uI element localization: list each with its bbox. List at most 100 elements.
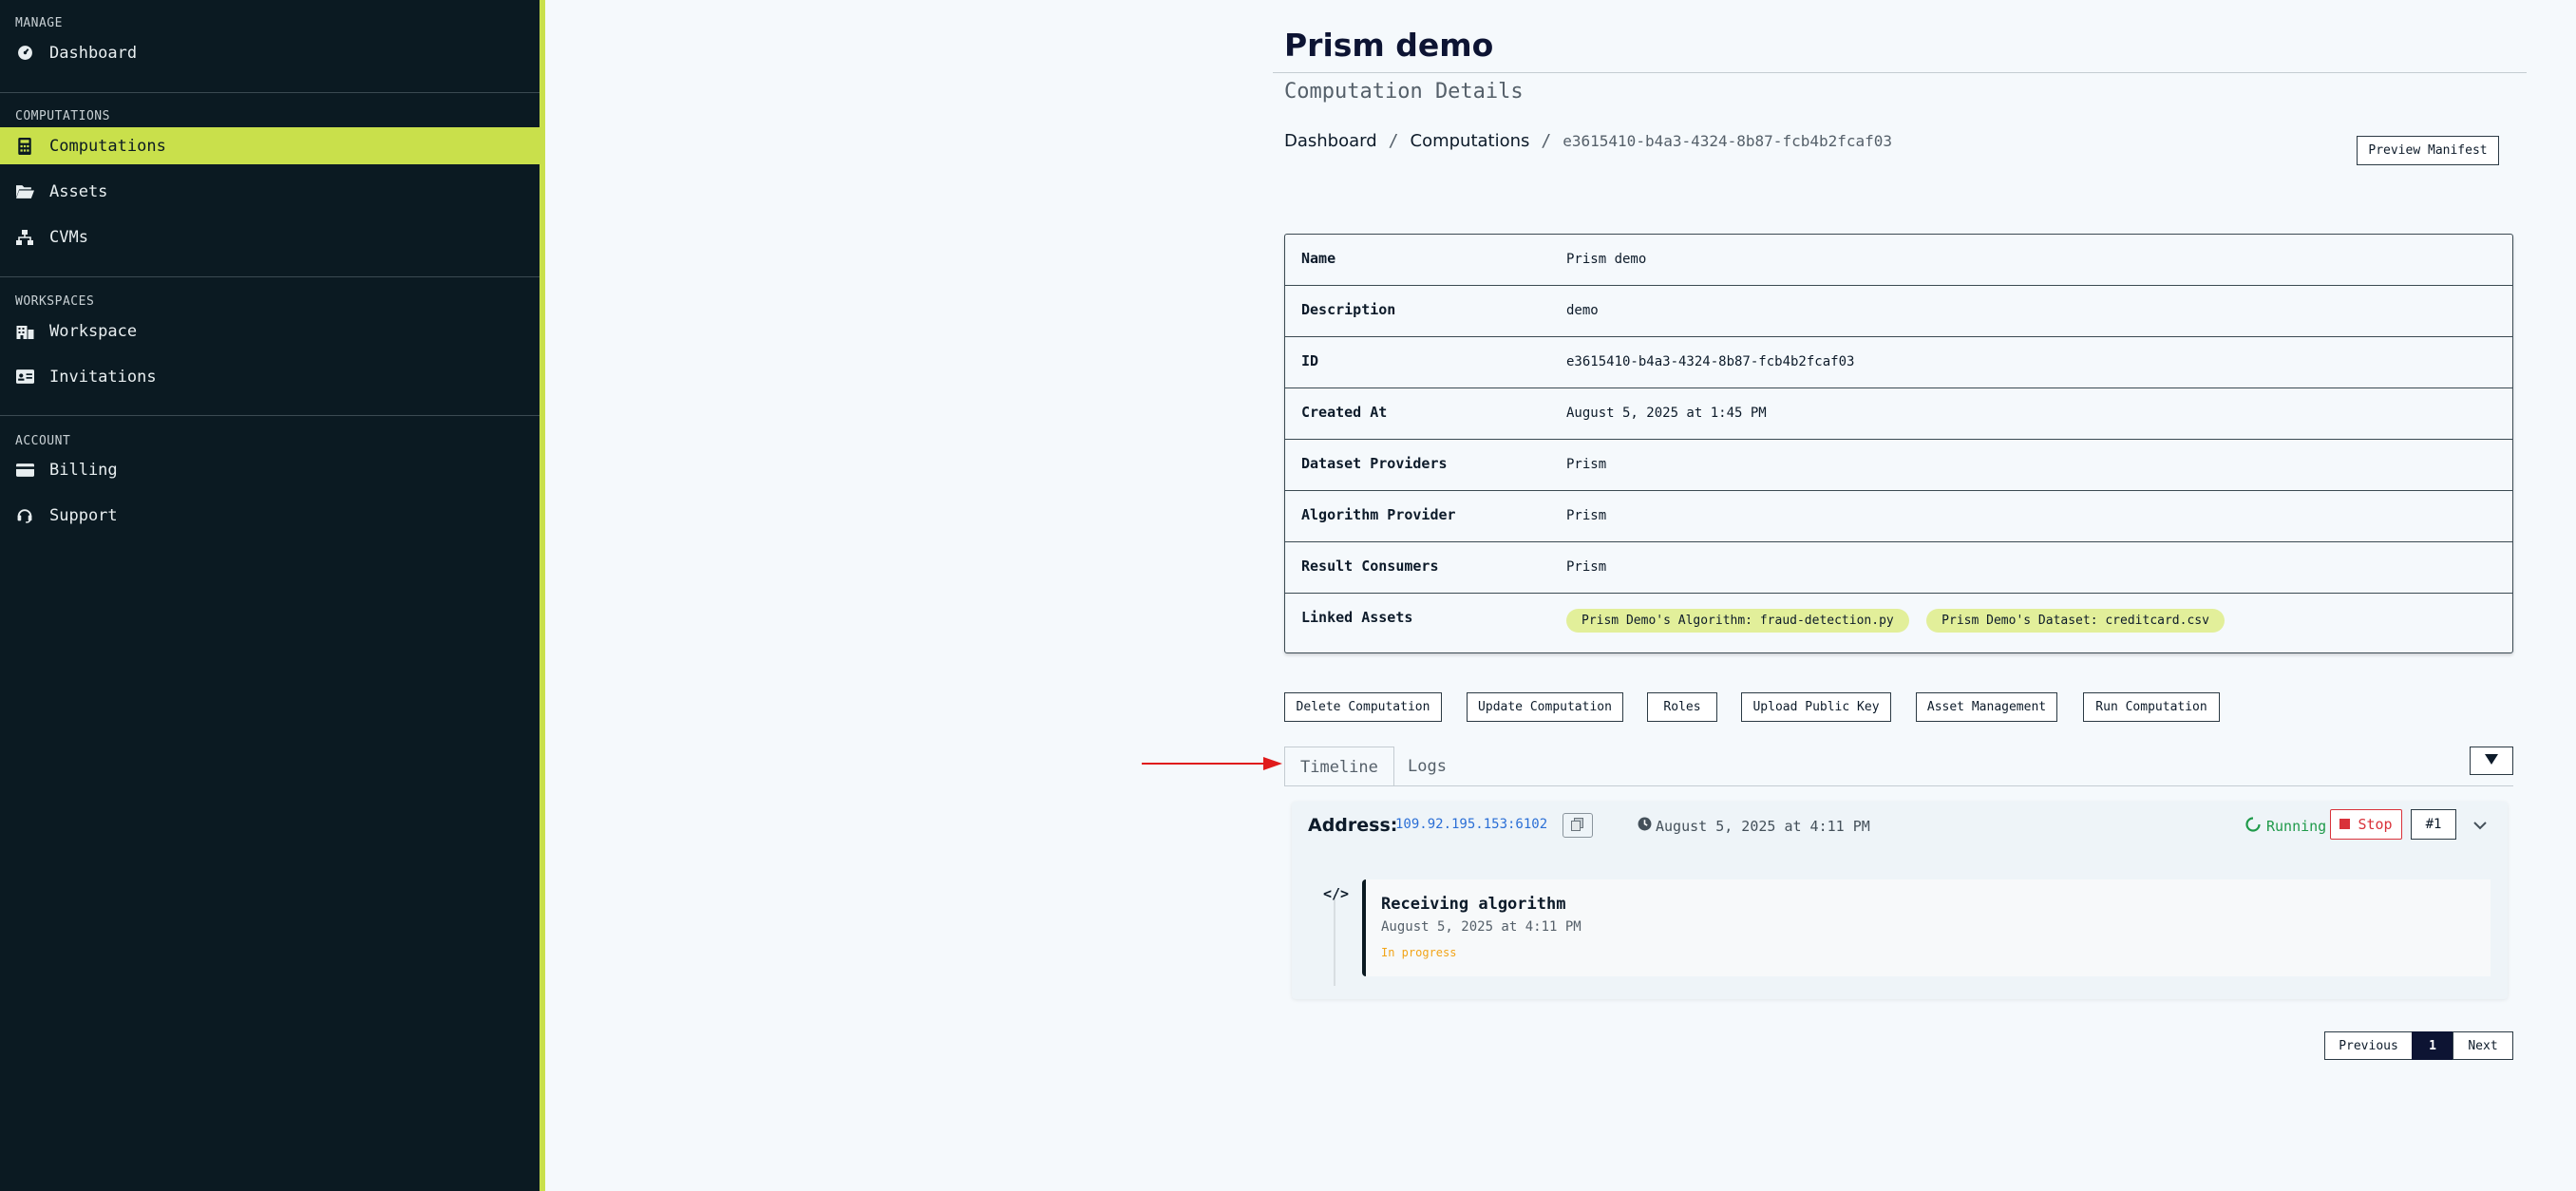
stop-label: Stop [2358,816,2393,833]
stop-icon [2339,816,2351,833]
sidebar-item-invitations[interactable]: Invitations [0,358,540,395]
row-key: Name [1301,250,1336,267]
row-value: Prism [1566,508,1607,523]
id-card-icon [15,368,34,387]
timeline-step: Receiving algorithm August 5, 2025 at 4:… [1362,879,2491,976]
spinner-icon [2245,817,2261,836]
table-row: Result Consumers Prism [1285,542,2512,594]
timeline-run-card: Address: 109.92.195.153:6102 August 5, 2… [1292,802,2508,999]
page-title: Prism demo [1284,27,1494,64]
sidebar-item-cvms[interactable]: CVMs [0,218,540,255]
tab-timeline[interactable]: Timeline [1284,747,1394,786]
tab-logs[interactable]: Logs [1392,747,1462,786]
preview-manifest-button[interactable]: Preview Manifest [2357,136,2499,165]
timeline-connector [1334,895,1335,986]
row-key: Created At [1301,404,1388,421]
sidebar-item-label: Billing [49,460,118,480]
section-label-account: ACCOUNT [15,434,71,448]
run-timestamp: August 5, 2025 at 4:11 PM [1638,817,1870,835]
sidebar-item-workspace[interactable]: Workspace [0,312,540,350]
clock-icon [1638,817,1652,835]
breadcrumb-current: e3615410-b4a3-4324-8b87-fcb4b2fcaf03 [1563,132,1893,150]
step-status: In progress [1381,946,1457,959]
sidebar-item-label: Invitations [49,367,157,387]
row-key: Dataset Providers [1301,455,1448,472]
sidebar-item-dashboard[interactable]: Dashboard [0,34,540,71]
headset-icon [15,506,34,525]
run-number-badge[interactable]: #1 [2411,809,2456,840]
sidebar-item-label: Computations [49,136,166,156]
table-row: Algorithm Provider Prism [1285,491,2512,542]
row-key: Linked Assets [1301,609,1413,626]
status-badge: Running [2245,817,2326,836]
row-value: Prism [1566,559,1607,575]
tab-divider [1284,785,2513,786]
section-label-computations: COMPUTATIONS [15,109,110,123]
row-value: August 5, 2025 at 1:45 PM [1566,406,1767,421]
table-row: Description demo [1285,286,2512,337]
sidebar-item-label: Workspace [49,321,138,341]
linked-assets: Prism Demo's Algorithm: fraud-detection.… [1566,609,2234,633]
asset-management-button[interactable]: Asset Management [1916,692,2057,722]
divider [0,92,540,93]
copy-address-button[interactable] [1563,813,1593,838]
address-label: Address: [1308,815,1398,836]
row-value: Prism [1566,457,1607,472]
row-key: ID [1301,352,1319,369]
divider [0,415,540,416]
row-value: Prism demo [1566,252,1647,267]
code-icon: </> [1323,885,1350,902]
section-label-manage: MANAGE [15,16,63,30]
run-timestamp-text: August 5, 2025 at 4:11 PM [1656,817,1870,835]
divider [1273,72,2527,73]
breadcrumb-separator: / [1388,131,1399,151]
row-value: demo [1566,303,1599,318]
sidebar-item-billing[interactable]: Billing [0,451,540,488]
pagination-page-button[interactable]: 1 [2412,1031,2453,1060]
stop-button[interactable]: Stop [2330,809,2402,840]
linked-asset-tag[interactable]: Prism Demo's Algorithm: fraud-detection.… [1566,609,1909,633]
breadcrumb: Dashboard / Computations / e3615410-b4a3… [1284,131,1892,151]
building-icon [15,322,34,341]
sidebar-item-label: Assets [49,181,108,201]
sidebar-item-label: Support [49,505,118,525]
breadcrumb-dashboard[interactable]: Dashboard [1284,131,1377,151]
sidebar-item-label: Dashboard [49,43,138,63]
credit-card-icon [15,461,34,480]
address-link[interactable]: 109.92.195.153:6102 [1395,817,1547,832]
breadcrumb-separator: / [1541,131,1552,151]
row-value: e3615410-b4a3-4324-8b87-fcb4b2fcaf03 [1566,354,1855,369]
sidebar-item-computations[interactable]: Computations [0,127,540,164]
breadcrumb-computations[interactable]: Computations [1411,131,1530,151]
folder-open-icon [15,182,34,201]
run-header: Address: 109.92.195.153:6102 August 5, 2… [1292,802,2508,859]
divider [0,276,540,277]
step-title: Receiving algorithm [1381,895,1566,914]
computation-details-table: Name Prism demo Description demo ID e361… [1284,234,2513,653]
update-computation-button[interactable]: Update Computation [1467,692,1623,722]
copy-icon [1571,817,1584,835]
table-row: Name Prism demo [1285,235,2512,286]
page-subtitle: Computation Details [1284,80,1524,104]
upload-public-key-button[interactable]: Upload Public Key [1741,692,1891,722]
pagination-next-button[interactable]: Next [2453,1031,2513,1060]
table-row: ID e3615410-b4a3-4324-8b87-fcb4b2fcaf03 [1285,337,2512,388]
run-computation-button[interactable]: Run Computation [2083,692,2220,722]
linked-asset-tag[interactable]: Prism Demo's Dataset: creditcard.csv [1926,609,2225,633]
filter-toggle-button[interactable] [2470,747,2513,775]
delete-computation-button[interactable]: Delete Computation [1284,692,1442,722]
sidebar-item-label: CVMs [49,227,88,247]
triangle-down-icon [2485,753,2498,768]
step-timestamp: August 5, 2025 at 4:11 PM [1381,919,1582,935]
chevron-down-icon[interactable] [2470,815,2491,836]
pagination-previous-button[interactable]: Previous [2324,1031,2413,1060]
network-icon [15,228,34,247]
sidebar-item-assets[interactable]: Assets [0,173,540,210]
table-row: Dataset Providers Prism [1285,440,2512,491]
sidebar: MANAGE Dashboard COMPUTATIONS Computatio… [0,0,545,1191]
row-key: Result Consumers [1301,558,1439,575]
roles-button[interactable]: Roles [1647,692,1717,722]
sidebar-item-support[interactable]: Support [0,497,540,534]
gauge-icon [15,44,34,63]
status-text: Running [2266,818,2327,835]
